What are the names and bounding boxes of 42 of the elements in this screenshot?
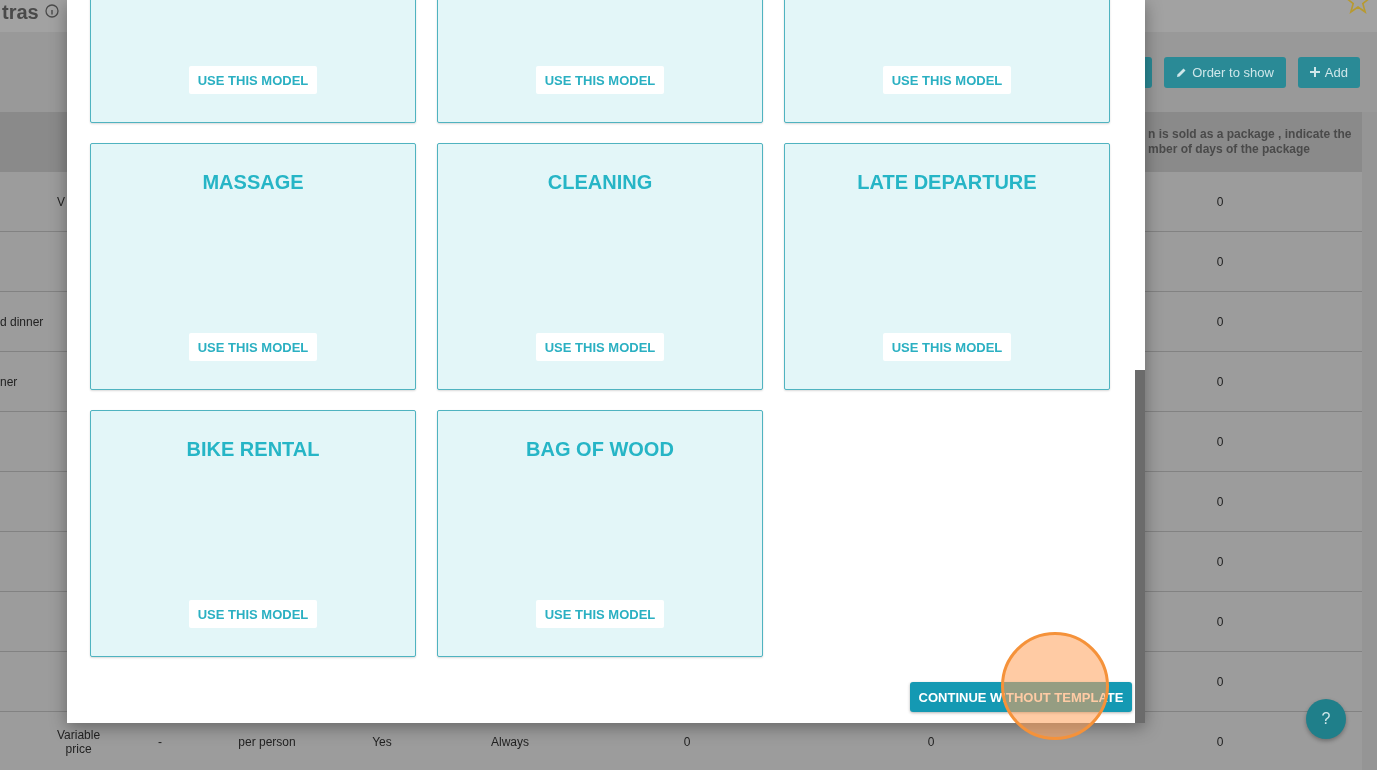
info-icon bbox=[44, 4, 59, 18]
table-cell: 0 bbox=[1216, 674, 1224, 689]
use-model-button[interactable]: USE THIS MODEL bbox=[189, 333, 317, 361]
table-cell: 0 bbox=[1216, 614, 1224, 629]
table-cell: 0 bbox=[1216, 254, 1224, 269]
pencil-icon bbox=[1176, 66, 1188, 78]
use-model-button[interactable]: USE THIS MODEL bbox=[536, 333, 664, 361]
table-cell: Always bbox=[491, 734, 529, 749]
table-cell: 0 bbox=[927, 734, 935, 749]
table-cell: d dinner bbox=[0, 314, 44, 329]
page-title: tras bbox=[2, 2, 39, 22]
table-cell: 0 bbox=[1216, 374, 1224, 389]
toolbar-button[interactable]: Add bbox=[1297, 56, 1360, 88]
use-model-button[interactable]: USE THIS MODEL bbox=[883, 66, 1011, 94]
table-cell: - bbox=[158, 734, 162, 749]
use-model-button[interactable]: USE THIS MODEL bbox=[536, 600, 664, 628]
use-model-button[interactable]: USE THIS MODEL bbox=[189, 600, 317, 628]
table-cell: 0 bbox=[683, 734, 691, 749]
card-title: BIKE RENTAL bbox=[186, 438, 320, 461]
scrollbar[interactable] bbox=[1135, 370, 1145, 723]
table-cell: 0 bbox=[1216, 494, 1224, 509]
table-cell: V bbox=[57, 194, 65, 209]
card-title: LATE DEPARTURE bbox=[857, 171, 1037, 194]
table-cell: per person bbox=[238, 734, 296, 749]
table-cell: Variable price bbox=[57, 727, 101, 756]
table-cell: 0 bbox=[1216, 434, 1224, 449]
column-header: mber of days of the package bbox=[1148, 142, 1312, 157]
table-cell: 0 bbox=[1216, 194, 1224, 209]
use-model-button[interactable]: USE THIS MODEL bbox=[189, 66, 317, 94]
table-cell: 0 bbox=[1216, 734, 1224, 749]
table-cell: ner bbox=[0, 374, 18, 389]
toolbar-button[interactable]: Order to show bbox=[1164, 56, 1286, 88]
table-cell: Yes bbox=[372, 734, 392, 749]
table-cell: 0 bbox=[1216, 314, 1224, 329]
card-title: CLEANING bbox=[547, 171, 653, 194]
card-title: BAG OF WOOD bbox=[526, 438, 674, 461]
use-model-button[interactable]: USE THIS MODEL bbox=[536, 66, 664, 94]
card-title: MASSAGE bbox=[202, 171, 304, 194]
column-header: n is sold as a package , indicate the bbox=[1148, 127, 1352, 142]
table-cell: 0 bbox=[1216, 554, 1224, 569]
use-model-button[interactable]: USE THIS MODEL bbox=[883, 333, 1011, 361]
plus-icon bbox=[1309, 67, 1320, 77]
